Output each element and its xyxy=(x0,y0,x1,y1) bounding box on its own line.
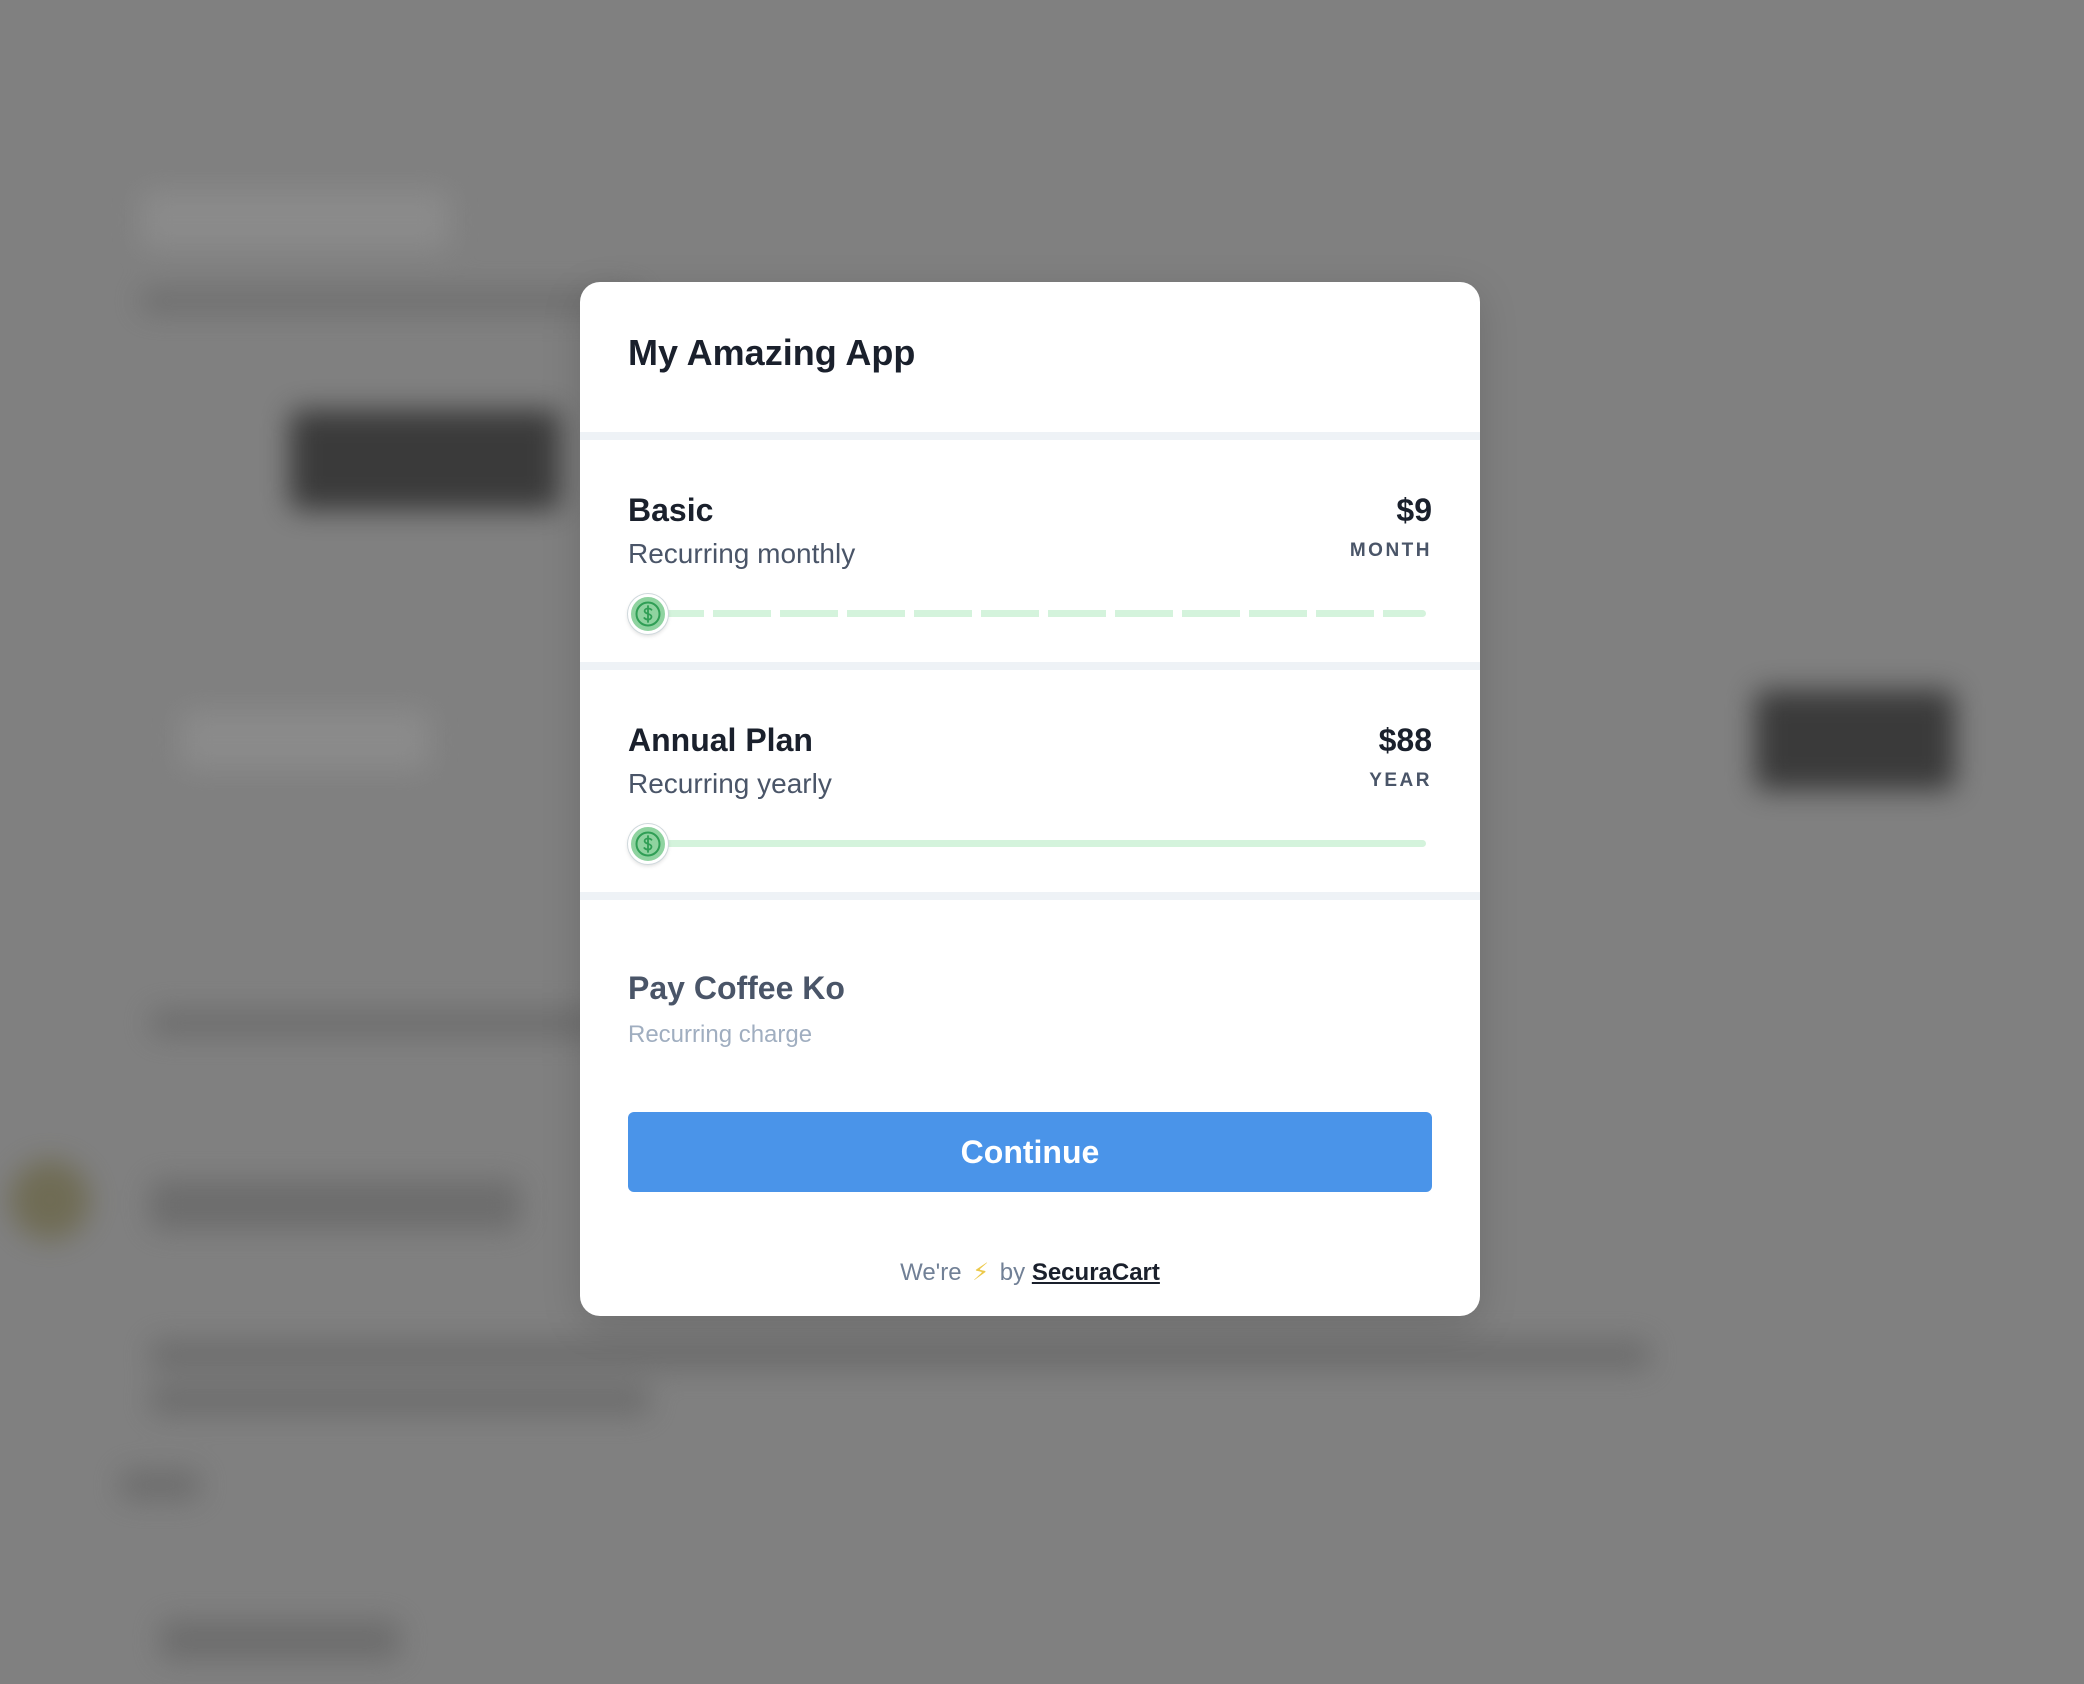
timeline-track-solid xyxy=(646,840,1426,847)
plan-option-basic[interactable]: Basic Recurring monthly $9 MONTH xyxy=(580,440,1480,662)
footer-by: by xyxy=(999,1259,1026,1286)
plan-price: $88 xyxy=(1378,722,1432,758)
plan-price: $9 xyxy=(1396,492,1432,528)
other-payment-name: Pay Coffee Ko xyxy=(628,970,845,1006)
background-button xyxy=(290,410,560,510)
plan-description: Recurring yearly xyxy=(628,768,832,799)
background-paragraph xyxy=(150,1340,1650,1370)
background-text xyxy=(150,1010,600,1036)
divider xyxy=(580,892,1480,900)
plan-name: Annual Plan xyxy=(628,722,813,758)
background-avatar xyxy=(10,1160,90,1240)
plan-timeline xyxy=(628,593,1426,634)
continue-button[interactable]: Continue xyxy=(628,1112,1432,1192)
app-title: My Amazing App xyxy=(628,332,916,373)
divider xyxy=(580,432,1480,440)
lightning-bolt-icon: ⚡ xyxy=(972,1259,990,1286)
background-text xyxy=(160,1620,400,1660)
plan-name: Basic xyxy=(628,492,714,528)
dollar-coin-icon xyxy=(628,594,668,634)
dollar-coin-icon xyxy=(628,824,668,864)
modal-header: My Amazing App xyxy=(580,282,1480,432)
footer-prefix: We're xyxy=(900,1259,962,1286)
background-input xyxy=(180,710,430,770)
checkout-modal: My Amazing App Basic Recurring monthly $… xyxy=(580,282,1480,1316)
other-payment-description: Recurring charge xyxy=(628,1021,813,1048)
securacart-link[interactable]: SecuraCart xyxy=(1032,1259,1160,1286)
background-text xyxy=(150,1180,520,1230)
plan-option-annual[interactable]: Annual Plan Recurring yearly $88 YEAR xyxy=(580,670,1480,892)
background-text xyxy=(120,1470,200,1500)
timeline-track-dashed xyxy=(646,610,1426,617)
other-payment-option[interactable]: Pay Coffee Ko Recurring charge xyxy=(580,900,1480,1100)
background-heading xyxy=(140,190,450,250)
background-text xyxy=(140,290,640,312)
background-button-right xyxy=(1755,690,1955,790)
powered-by-footer: We're ⚡ by SecuraCart xyxy=(580,1258,1480,1287)
plan-period: MONTH xyxy=(1349,540,1432,561)
plan-timeline xyxy=(628,823,1426,864)
plan-description: Recurring monthly xyxy=(628,538,856,569)
plan-period: YEAR xyxy=(1369,770,1432,791)
divider xyxy=(580,662,1480,670)
background-paragraph xyxy=(150,1385,650,1415)
